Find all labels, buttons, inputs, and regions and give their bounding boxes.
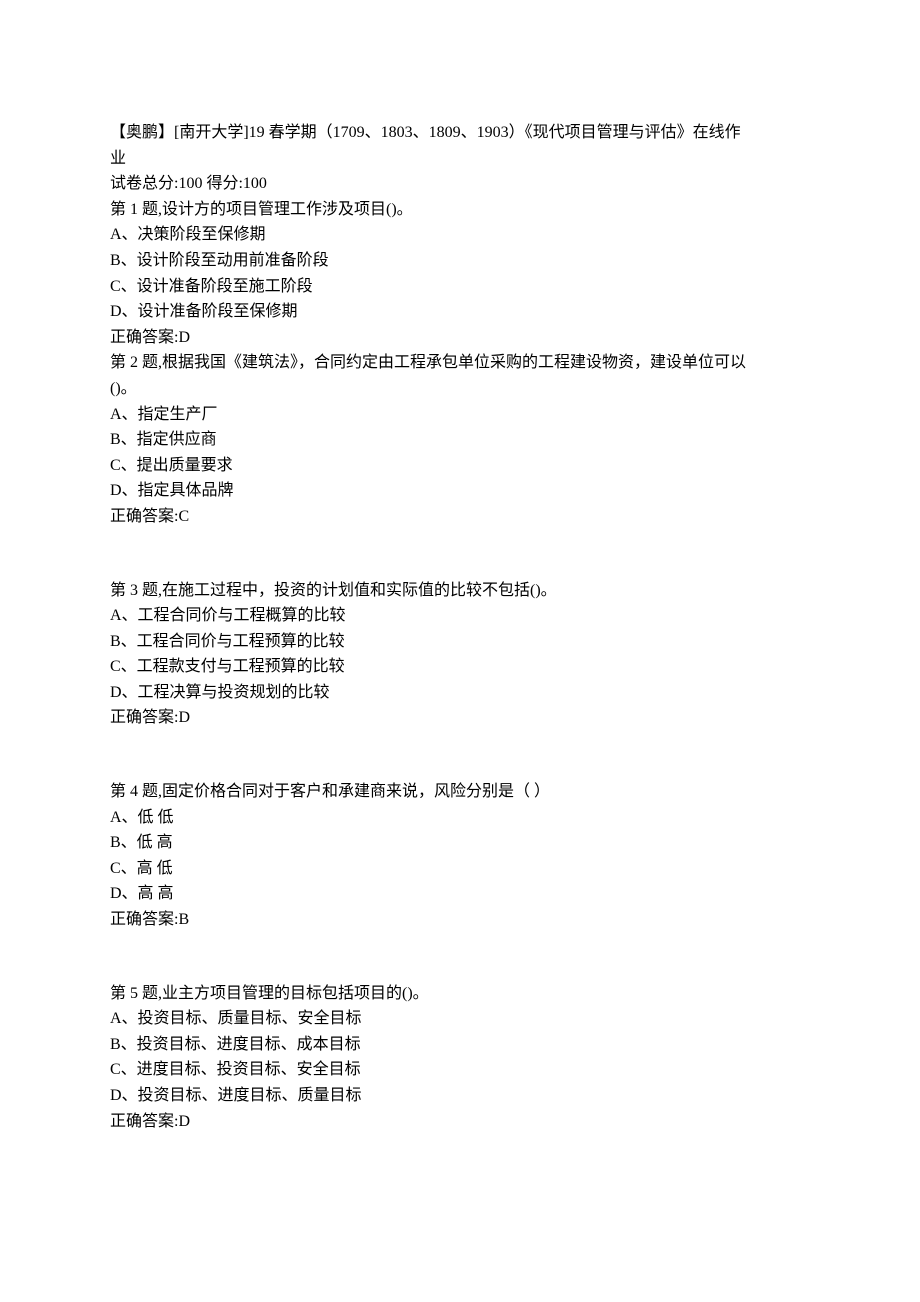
question-option: C、进度目标、投资目标、安全目标 — [110, 1057, 810, 1083]
document-title-line1: 【奥鹏】[南开大学]19 春学期（1709、1803、1809、1903）《现代… — [110, 120, 810, 146]
question-option: A、决策阶段至保修期 — [110, 222, 810, 248]
question-option: C、设计准备阶段至施工阶段 — [110, 274, 810, 300]
question-option: D、高 高 — [110, 881, 810, 907]
question-answer: 正确答案:B — [110, 907, 810, 933]
question-answer: 正确答案:C — [110, 504, 810, 530]
question-stem: 第 4 题,固定价格合同对于客户和承建商来说，风险分别是（ ） — [110, 779, 810, 805]
question-option: C、工程款支付与工程预算的比较 — [110, 654, 810, 680]
question-option: B、投资目标、进度目标、成本目标 — [110, 1032, 810, 1058]
question-option: B、指定供应商 — [110, 427, 810, 453]
question-option: B、工程合同价与工程预算的比较 — [110, 629, 810, 655]
question-stem: 第 3 题,在施工过程中，投资的计划值和实际值的比较不包括()。 — [110, 578, 810, 604]
question-stem: 第 1 题,设计方的项目管理工作涉及项目()。 — [110, 197, 810, 223]
question-option: A、低 低 — [110, 805, 810, 831]
question-option: B、设计阶段至动用前准备阶段 — [110, 248, 810, 274]
question-option: A、投资目标、质量目标、安全目标 — [110, 1006, 810, 1032]
question-option: D、指定具体品牌 — [110, 478, 810, 504]
question-option: B、低 高 — [110, 830, 810, 856]
question-option: A、工程合同价与工程概算的比较 — [110, 603, 810, 629]
question-stem: 第 2 题,根据我国《建筑法》，合同约定由工程承包单位采购的工程建设物资，建设单… — [110, 350, 810, 376]
question-stem: 第 5 题,业主方项目管理的目标包括项目的()。 — [110, 981, 810, 1007]
question-answer: 正确答案:D — [110, 1109, 810, 1135]
question-option: C、提出质量要求 — [110, 453, 810, 479]
question-option: D、投资目标、进度目标、质量目标 — [110, 1083, 810, 1109]
question-stem-cont: ()。 — [110, 376, 810, 402]
question-option: A、指定生产厂 — [110, 402, 810, 428]
question-option: D、设计准备阶段至保修期 — [110, 299, 810, 325]
question-answer: 正确答案:D — [110, 705, 810, 731]
question-answer: 正确答案:D — [110, 325, 810, 351]
question-option: D、工程决算与投资规划的比较 — [110, 680, 810, 706]
document-title-line2: 业 — [110, 146, 810, 172]
question-option: C、高 低 — [110, 856, 810, 882]
score-line: 试卷总分:100 得分:100 — [110, 171, 810, 197]
